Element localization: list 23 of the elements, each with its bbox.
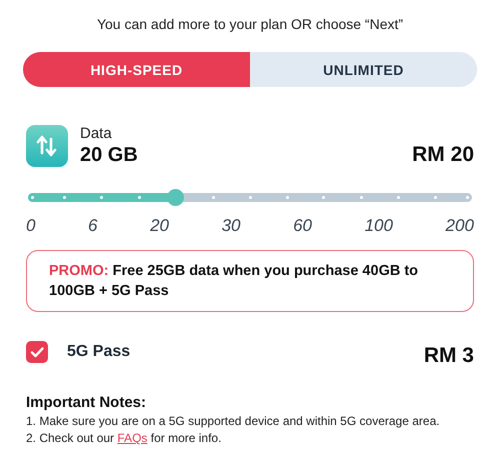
instruction-text: You can add more to your plan OR choose “Next”: [96, 16, 404, 32]
addon-price: RM 3: [424, 344, 474, 368]
data-label: Data: [80, 125, 113, 142]
faqs-link[interactable]: FAQs: [117, 431, 148, 445]
data-transfer-icon: [26, 125, 68, 167]
slider-label: 30: [222, 216, 241, 236]
note-text: 2. Check out our FAQs for more info.: [26, 431, 222, 445]
plan-tab[interactable]: HIGH-SPEED: [23, 52, 250, 87]
slider-label: 6: [88, 216, 98, 236]
slider-thumb[interactable]: [167, 189, 184, 206]
data-price: RM 20: [412, 143, 474, 167]
note-text: 1. Make sure you are on a 5G supported device and within 5G coverage area.: [26, 414, 441, 428]
slider-label: 100: [364, 216, 393, 236]
data-slider[interactable]: [26, 187, 474, 208]
slider-label: 0: [26, 216, 36, 236]
notes-title: Important Notes:: [26, 394, 147, 411]
slider-label: 200: [446, 216, 474, 236]
promo-text: PROMO: Free 25GB data when you purchase 40GB to 100GB + 5G Pass: [49, 262, 420, 301]
slider-label: 20: [150, 216, 170, 236]
slider-label: 60: [293, 216, 312, 236]
addon-label: 5G Pass: [67, 343, 130, 361]
checkbox[interactable]: [26, 341, 48, 363]
data-amount: 20 GB: [80, 144, 138, 167]
